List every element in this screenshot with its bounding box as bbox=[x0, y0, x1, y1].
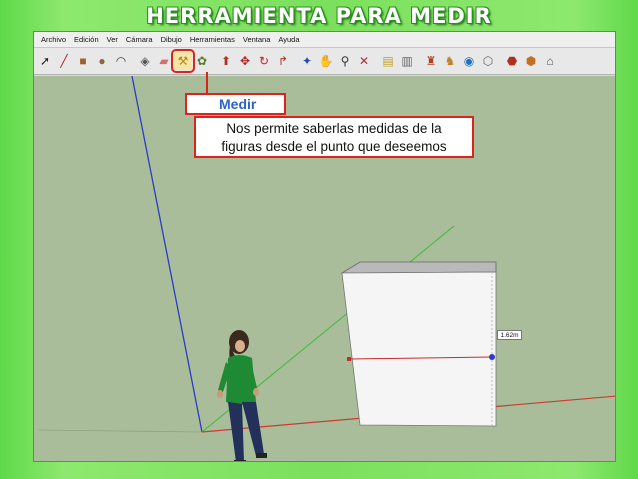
pan-tool-icon[interactable]: ✋ bbox=[317, 52, 335, 70]
google-earth-tool-icon[interactable]: ◉ bbox=[460, 52, 478, 70]
menu-archivo[interactable]: Archivo bbox=[37, 32, 70, 48]
measure-start-point bbox=[347, 357, 351, 361]
menu-bar: Archivo Edición Ver Cámara Dibujo Herram… bbox=[34, 32, 615, 48]
description-line-1: Nos permite saberlas medidas de la bbox=[226, 121, 442, 136]
tool-description: Nos permite saberlas medidas de la figur… bbox=[194, 116, 474, 158]
zoom-tool-icon[interactable]: ⚲ bbox=[336, 52, 354, 70]
move-tool-icon[interactable]: ✥ bbox=[236, 52, 254, 70]
eraser-tool-icon[interactable]: ▰ bbox=[155, 52, 173, 70]
measurement-label: 1.62m bbox=[497, 330, 522, 340]
box-top bbox=[340, 261, 497, 274]
arc-tool-icon[interactable]: ◠ bbox=[112, 52, 130, 70]
warehouse-tool-icon[interactable]: ▤ bbox=[379, 52, 397, 70]
components-tool-icon[interactable]: ♜ bbox=[422, 52, 440, 70]
tape-measure-tool-icon[interactable]: ⚒ bbox=[171, 49, 195, 73]
menu-ventana[interactable]: Ventana bbox=[239, 32, 275, 48]
sketchup-window: Archivo Edición Ver Cámara Dibujo Herram… bbox=[33, 31, 616, 462]
toolbar: ➚ ╱ ■ ● ◠ ◈ ▰ ⚒ ✿ ⬆ ✥ ↻ ↱ ✦ ✋ ⚲ ✕ ▤ ▥ ♜ ♞ ◉ ⬡ ⬣ ⬢ ⌂ bbox=[34, 48, 615, 75]
measure-end-point bbox=[489, 354, 495, 360]
rectangle-tool-icon[interactable]: ■ bbox=[74, 52, 92, 70]
photo-textures-tool-icon[interactable]: ⬣ bbox=[503, 52, 521, 70]
menu-ayuda[interactable]: Ayuda bbox=[274, 32, 303, 48]
share-model-tool-icon[interactable]: ▥ bbox=[398, 52, 416, 70]
styles-tool-icon[interactable]: ♞ bbox=[441, 52, 459, 70]
paint-bucket-tool-icon[interactable]: ✿ bbox=[193, 52, 211, 70]
rotate-tool-icon[interactable]: ↻ bbox=[255, 52, 273, 70]
line-tool-icon[interactable]: ╱ bbox=[55, 52, 73, 70]
description-line-2: figuras desde el punto que deseemos bbox=[221, 139, 447, 154]
layout-tool-icon[interactable]: ⌂ bbox=[541, 52, 559, 70]
blue-axis bbox=[131, 75, 203, 433]
tool-name-label: Medir bbox=[185, 93, 286, 115]
zoom-extents-tool-icon[interactable]: ✕ bbox=[355, 52, 373, 70]
make-component-tool-icon[interactable]: ◈ bbox=[136, 52, 154, 70]
extension-tool-icon[interactable]: ⬢ bbox=[522, 52, 540, 70]
box-front[interactable] bbox=[341, 271, 497, 427]
menu-dibujo[interactable]: Dibujo bbox=[157, 32, 186, 48]
slide-title: HERRAMIENTA PARA MEDIR bbox=[146, 4, 492, 28]
push-pull-tool-icon[interactable]: ⬆ bbox=[217, 52, 235, 70]
callout-connector bbox=[206, 72, 208, 94]
person-figure bbox=[217, 330, 267, 461]
menu-camara[interactable]: Cámara bbox=[122, 32, 157, 48]
red-axis-dotted bbox=[38, 429, 203, 433]
menu-herramientas[interactable]: Herramientas bbox=[186, 32, 239, 48]
follow-me-tool-icon[interactable]: ↱ bbox=[274, 52, 292, 70]
menu-ver[interactable]: Ver bbox=[103, 32, 122, 48]
circle-tool-icon[interactable]: ● bbox=[93, 52, 111, 70]
menu-edicion[interactable]: Edición bbox=[70, 32, 103, 48]
geolocation-tool-icon[interactable]: ⬡ bbox=[479, 52, 497, 70]
select-tool-icon[interactable]: ➚ bbox=[36, 52, 54, 70]
orbit-tool-icon[interactable]: ✦ bbox=[298, 52, 316, 70]
